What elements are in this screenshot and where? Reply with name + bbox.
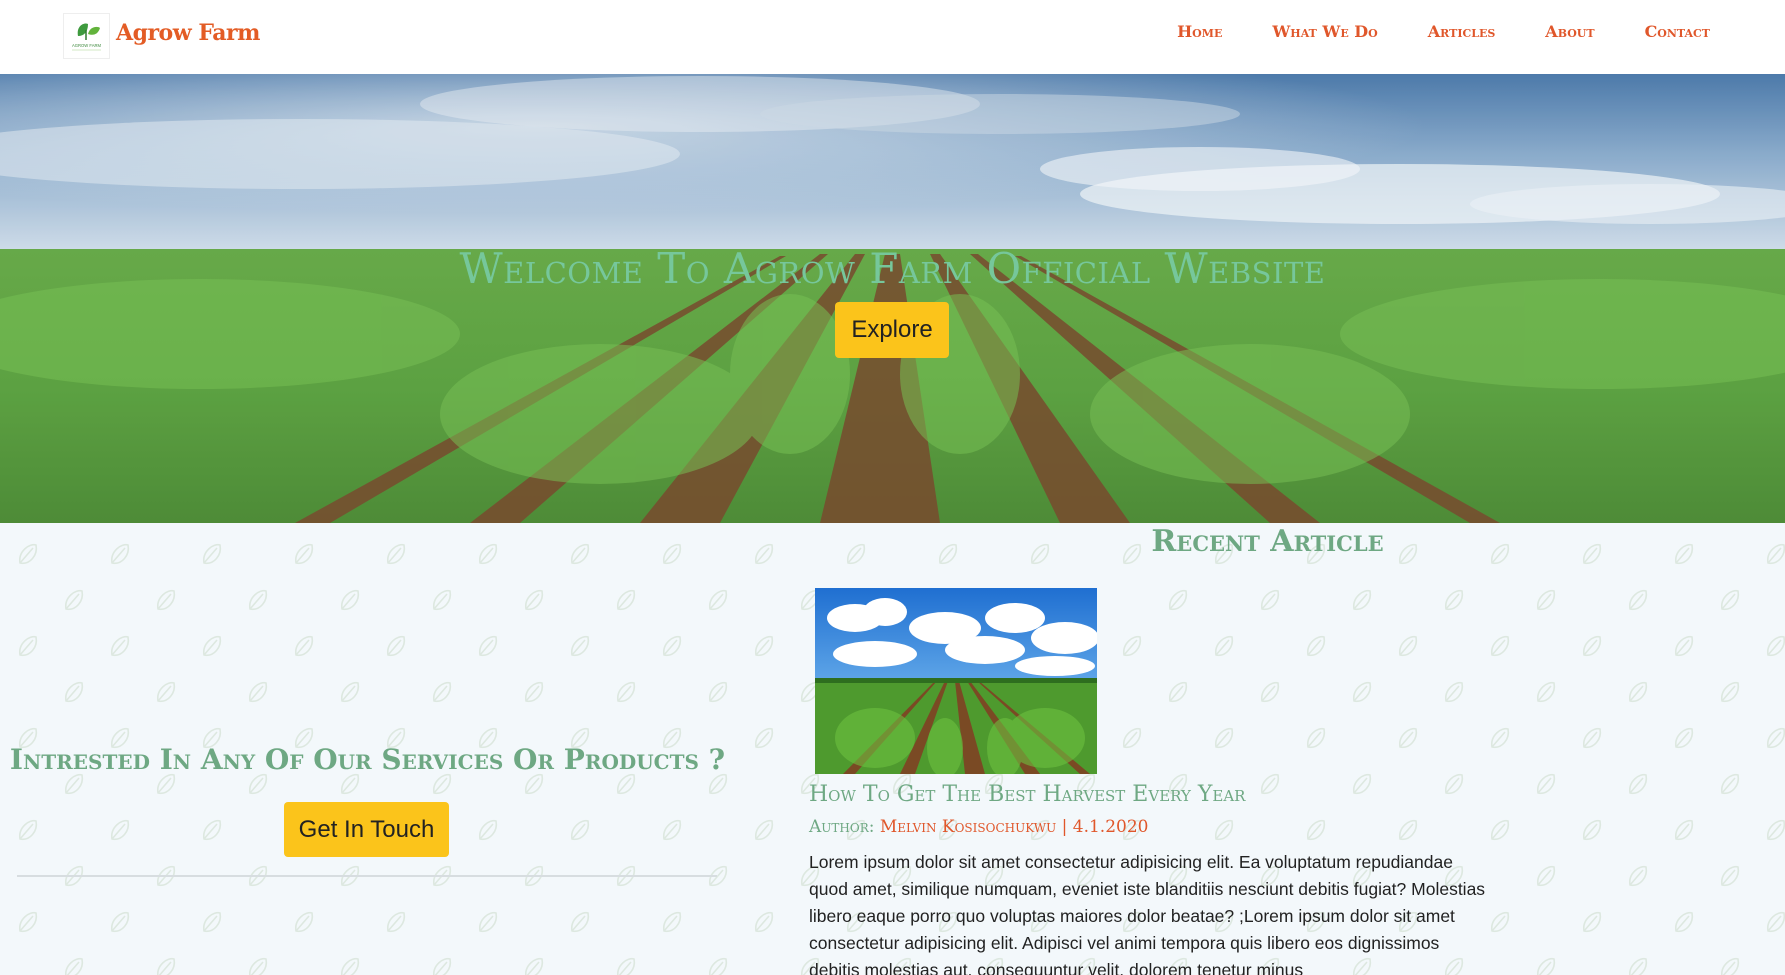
content-section: Recent Article Intrested In Any Of Our S… (0, 523, 1785, 975)
author-name: Melvin Kosisochukwu (879, 817, 1057, 837)
meta-separator: | (1061, 817, 1068, 837)
brand-name[interactable]: Agrow Farm (116, 20, 260, 46)
article-meta: Author: Melvin Kosisochukwu | 4.1.2020 (809, 817, 1148, 837)
brand-logo[interactable]: AGROW FARM (63, 13, 110, 59)
article-thumbnail-image[interactable] (815, 588, 1097, 774)
services-heading: Intrested In Any Of Our Services Or Prod… (9, 743, 726, 776)
explore-button[interactable]: Explore (835, 302, 949, 358)
hero-background-image (0, 74, 1785, 523)
recent-article-heading: Recent Article (1151, 524, 1384, 559)
nav-home-link[interactable]: Home (1177, 22, 1222, 41)
article-date: 4.1.2020 (1072, 817, 1149, 837)
main-nav: Home What We Do Articles About Contact (1177, 22, 1710, 41)
nav-contact-link[interactable]: Contact (1645, 22, 1710, 41)
top-navbar: AGROW FARM Agrow Farm Home What We Do Ar… (0, 0, 1785, 74)
logo-small-text: AGROW FARM (72, 43, 102, 48)
hero-banner: Welcome To Agrow Farm Official Website E… (0, 74, 1785, 523)
get-in-touch-button[interactable]: Get In Touch (284, 802, 449, 857)
nav-about-link[interactable]: About (1545, 22, 1594, 41)
nav-what-we-do-link[interactable]: What We Do (1272, 22, 1377, 41)
hero-title: Welcome To Agrow Farm Official Website (459, 244, 1326, 293)
author-label: Author: (809, 817, 875, 837)
article-excerpt: Lorem ipsum dolor sit amet consectetur a… (809, 852, 1486, 975)
article-title-link[interactable]: How To Get The Best Harvest Every Year (809, 782, 1245, 807)
nav-articles-link[interactable]: Articles (1428, 22, 1496, 41)
section-divider (17, 875, 717, 877)
leaf-logo-icon (77, 23, 100, 40)
